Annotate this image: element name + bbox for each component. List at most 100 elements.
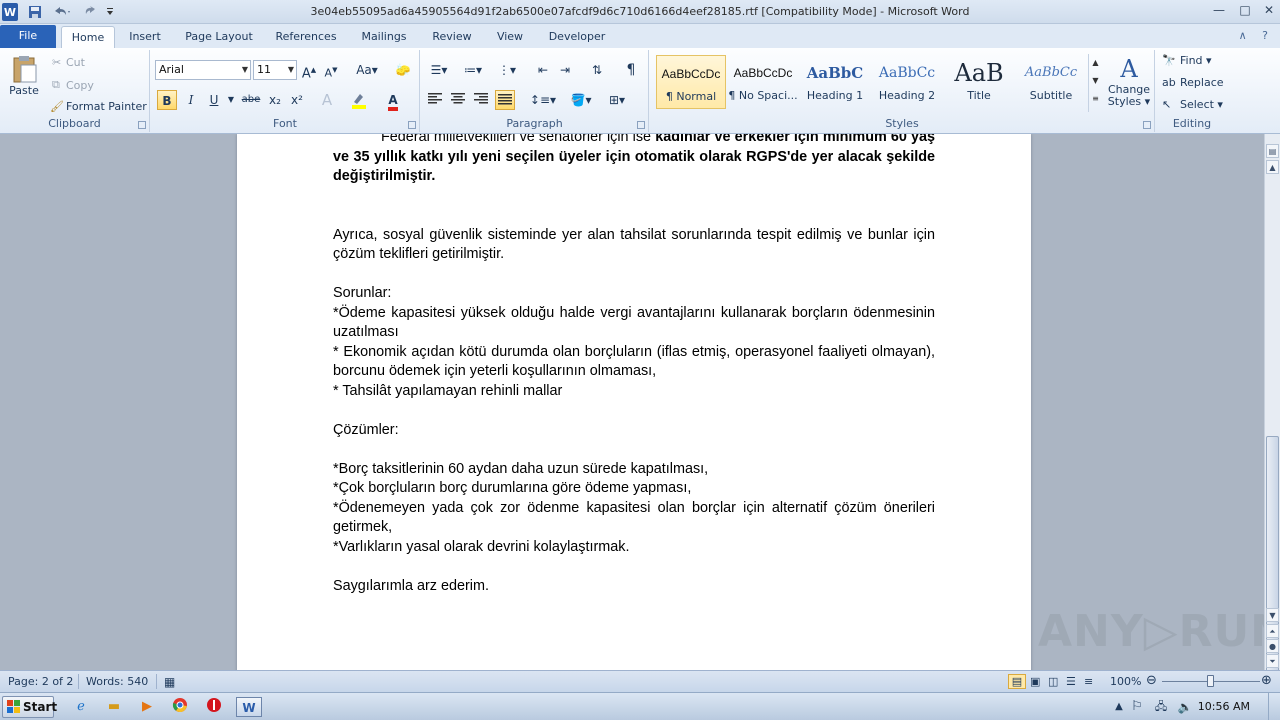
style-no-spacing[interactable]: AaBbCcDc ¶ No Spaci...	[728, 55, 798, 109]
tab-view[interactable]: View	[490, 26, 530, 48]
show-desktop-button[interactable]	[1268, 693, 1280, 720]
ribbon-help-icons[interactable]: ∧ ?	[1239, 29, 1274, 42]
strikethrough-button[interactable]: abe	[239, 90, 263, 110]
replace-button[interactable]: ab Replace	[1162, 76, 1224, 89]
word-taskbar-button[interactable]: W	[236, 697, 262, 717]
justify-icon[interactable]	[495, 90, 515, 110]
numbering-icon[interactable]: ≔▾	[459, 60, 487, 80]
tab-review[interactable]: Review	[426, 26, 478, 48]
full-screen-view-icon[interactable]: ▣	[1030, 675, 1040, 688]
tab-file[interactable]: File	[0, 25, 56, 48]
tab-developer[interactable]: Developer	[544, 26, 610, 48]
font-launcher-icon[interactable]	[408, 121, 416, 129]
bold-button[interactable]: B	[157, 90, 177, 110]
copy-button[interactable]: ⧉ Copy	[52, 78, 94, 92]
zoom-out-icon[interactable]: ⊖	[1146, 673, 1157, 688]
tab-home[interactable]: Home	[61, 26, 115, 48]
highlight-icon[interactable]	[349, 90, 369, 110]
shading-icon[interactable]: 🪣▾	[567, 90, 595, 110]
zoom-in-icon[interactable]: ⊕	[1261, 673, 1272, 688]
subscript-button[interactable]: x₂	[265, 90, 285, 110]
find-button[interactable]: 🔭 Find ▾	[1162, 54, 1212, 67]
text-effects-icon[interactable]: A	[317, 90, 337, 110]
change-case-icon[interactable]: Aa▾	[353, 60, 381, 80]
show-formatting-marks-icon[interactable]: ¶	[621, 60, 641, 80]
start-button[interactable]: Start	[2, 696, 57, 718]
multilevel-list-icon[interactable]: ⋮▾	[493, 60, 521, 80]
zoom-level[interactable]: 100%	[1110, 675, 1141, 688]
volume-icon[interactable]: 🔈	[1174, 697, 1196, 717]
styles-scroll-icon[interactable]: ▲ ▼ ≡	[1088, 54, 1102, 112]
web-layout-view-icon[interactable]: ◫	[1048, 675, 1058, 688]
style-title[interactable]: AaB Title	[944, 55, 1014, 109]
minimize-button[interactable]: —	[1206, 2, 1232, 20]
chrome-icon[interactable]	[169, 697, 191, 717]
font-name-box[interactable]: Arial ▼	[155, 60, 251, 80]
format-painter-button[interactable]: 🖌 Format Painter	[50, 100, 147, 113]
document-workspace: Federal milletvekilleri ve senatörler iç…	[0, 134, 1264, 670]
style-normal[interactable]: AaBbCcDc ¶ Normal	[656, 55, 726, 109]
paste-button[interactable]: Paste	[6, 54, 42, 97]
network-icon[interactable]: 🖧	[1150, 697, 1172, 717]
paragraph-launcher-icon[interactable]	[637, 121, 645, 129]
italic-button[interactable]: I	[181, 90, 201, 110]
style-name: Title	[967, 89, 991, 102]
taskbar-clock[interactable]: 10:56 AM	[1198, 700, 1250, 713]
action-center-flag-icon[interactable]: ⚐	[1126, 697, 1148, 717]
style-subtitle[interactable]: AaBbCc Subtitle	[1016, 55, 1086, 109]
zoom-slider-knob[interactable]	[1207, 675, 1214, 687]
blocked-app-icon[interactable]	[203, 697, 225, 717]
browse-object-icon[interactable]: ●	[1266, 639, 1279, 653]
decrease-indent-icon[interactable]: ⇤	[533, 60, 553, 80]
tab-references[interactable]: References	[270, 26, 342, 48]
style-heading-2[interactable]: AaBbCc Heading 2	[872, 55, 942, 109]
style-preview: AaBbCc	[1024, 65, 1078, 80]
bullets-icon[interactable]: ☰▾	[425, 60, 453, 80]
tab-mailings[interactable]: Mailings	[354, 26, 414, 48]
cut-button[interactable]: ✂ Cut	[52, 56, 85, 69]
change-styles-button[interactable]: A Change Styles ▾	[1106, 54, 1152, 108]
styles-launcher-icon[interactable]	[1143, 121, 1151, 129]
vertical-scrollbar[interactable]: ▤ ▲ ▼ ⏶ ● ⏷	[1264, 134, 1280, 676]
grow-font-icon[interactable]: A▲	[299, 60, 319, 81]
font-size-box[interactable]: 11 ▼	[253, 60, 297, 80]
scroll-down-icon[interactable]: ▼	[1266, 608, 1279, 622]
chevron-down-icon[interactable]: ▼	[288, 61, 294, 79]
close-button[interactable]: ✕	[1256, 2, 1280, 20]
line-spacing-icon[interactable]: ↕≡▾	[529, 90, 557, 110]
clear-formatting-icon[interactable]: 🧽	[393, 60, 413, 80]
tab-insert[interactable]: Insert	[122, 26, 168, 48]
print-layout-view-icon[interactable]: ▤	[1008, 674, 1026, 689]
media-player-icon[interactable]: ▶	[136, 697, 158, 717]
outline-view-icon[interactable]: ☰	[1066, 675, 1076, 688]
select-button[interactable]: ↖ Select ▾	[1162, 98, 1223, 111]
align-right-icon[interactable]	[471, 90, 491, 110]
chevron-down-icon[interactable]: ▼	[225, 90, 237, 110]
word-count[interactable]: Words: 540	[86, 675, 148, 688]
clipboard-launcher-icon[interactable]	[138, 121, 146, 129]
draft-view-icon[interactable]: ≡	[1084, 675, 1093, 688]
tab-page-layout[interactable]: Page Layout	[180, 26, 258, 48]
align-left-icon[interactable]	[425, 90, 445, 110]
shrink-font-icon[interactable]: A▼	[321, 60, 341, 80]
style-heading-1[interactable]: AaBbC Heading 1	[800, 55, 870, 109]
next-page-icon[interactable]: ⏷	[1266, 654, 1279, 668]
ruler-toggle-icon[interactable]: ▤	[1266, 144, 1279, 158]
sort-icon[interactable]: ⇅	[587, 60, 607, 80]
underline-button[interactable]: U	[204, 90, 224, 110]
folder-icon[interactable]: ▬	[103, 697, 125, 717]
document-page[interactable]: Federal milletvekilleri ve senatörler iç…	[237, 134, 1031, 670]
document-body[interactable]: Federal milletvekilleri ve senatörler iç…	[333, 134, 935, 596]
align-center-icon[interactable]	[448, 90, 468, 110]
font-color-icon[interactable]: A	[383, 90, 403, 111]
chevron-down-icon[interactable]: ▼	[242, 61, 248, 79]
page-count[interactable]: Page: 2 of 2	[8, 675, 73, 688]
internet-explorer-icon[interactable]: ℯ	[70, 697, 92, 717]
superscript-button[interactable]: x²	[287, 90, 307, 110]
previous-page-icon[interactable]: ⏶	[1266, 624, 1279, 638]
proofing-icon[interactable]: ▦	[164, 675, 175, 689]
maximize-button[interactable]: □	[1232, 2, 1258, 20]
borders-icon[interactable]: ⊞▾	[603, 90, 631, 110]
scroll-up-icon[interactable]: ▲	[1266, 160, 1279, 174]
increase-indent-icon[interactable]: ⇥	[555, 60, 575, 80]
